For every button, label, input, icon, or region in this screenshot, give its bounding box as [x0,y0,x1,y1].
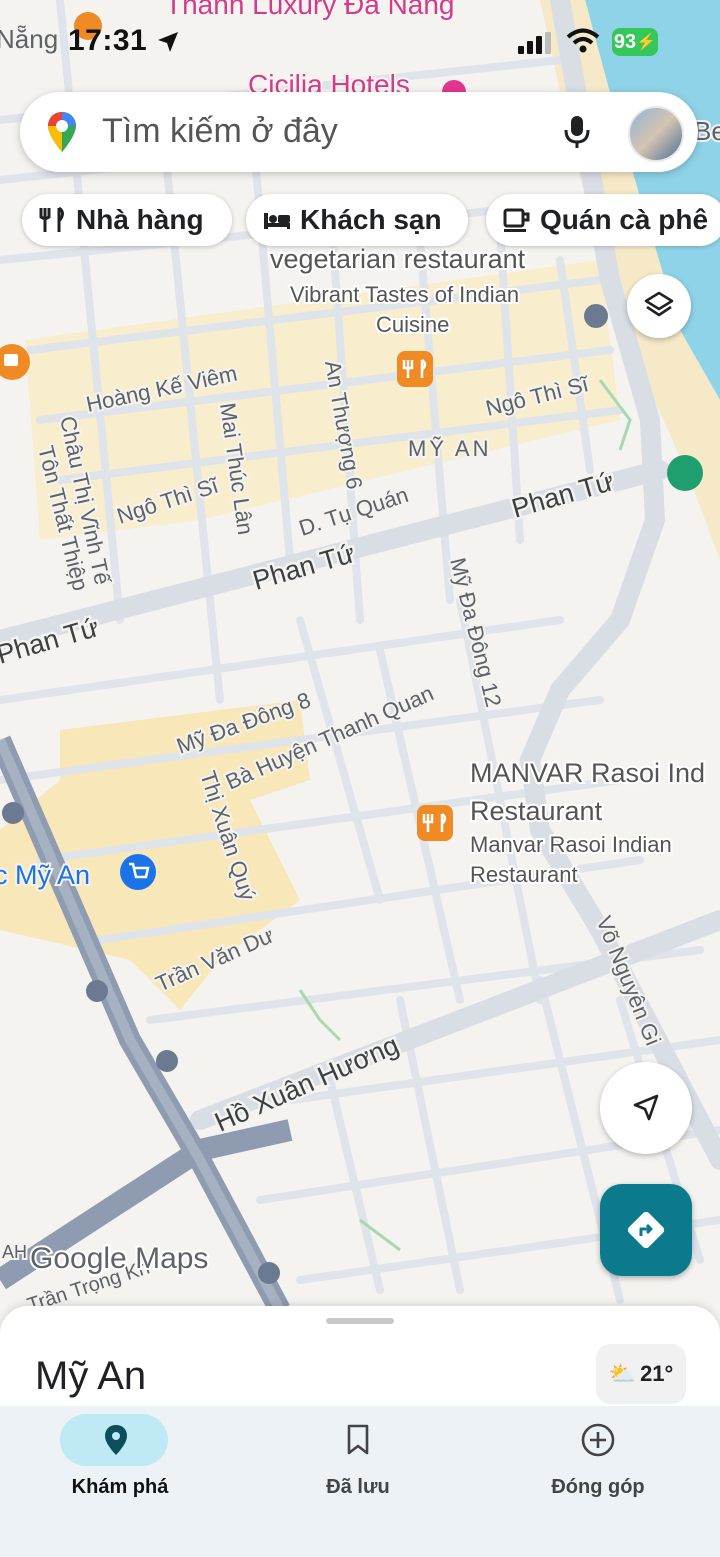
directions-icon [627,1211,665,1249]
poi-label-ah: AH [2,1242,27,1262]
hotel-icon [264,213,290,229]
nav-label: Đã lưu [326,1476,390,1498]
search-input[interactable]: Tìm kiếm ở đây [102,112,338,151]
directions-button[interactable] [600,1184,692,1276]
restaurant-pin-icon[interactable] [417,805,453,841]
chip-cafes[interactable]: Quán cà phê [486,194,720,246]
add-circle-icon [581,1423,615,1457]
nav-label: Đóng góp [551,1476,645,1498]
status-time: 17:31 [68,24,148,57]
location-pin-icon [105,1425,127,1455]
poi-label-vegetarian[interactable]: vegetarian restaurant [268,242,528,276]
partly-cloudy-icon: ⛅ [608,1361,637,1386]
charging-icon: ⚡ [636,34,657,51]
poi-label-manvar-3[interactable]: Manvar Rasoi Indian [468,830,674,859]
restaurant-icon [39,206,64,232]
area-label-my-an: MỸ AN [408,436,491,461]
coffee-icon [503,208,530,232]
wifi-icon [566,28,600,53]
restaurant-pin-icon[interactable] [397,351,433,387]
google-maps-pin-icon [48,112,76,152]
place-title: Mỹ An [35,1354,147,1398]
weather-chip[interactable]: ⛅ 21° [596,1344,686,1404]
poi-label-cho-my-an[interactable]: c Mỹ An [0,858,92,892]
poi-label-vibrant-2[interactable]: Cuisine [374,310,451,339]
status-bar: 17:31 93 ⚡ [0,0,720,86]
temperature: 21° [640,1361,674,1386]
google-maps-logo: Google Maps [30,1242,208,1275]
bookmark-icon [347,1424,369,1455]
nav-contribute[interactable]: Đóng góp [508,1406,688,1526]
navigation-arrow-icon [633,1094,659,1121]
shopping-pin-icon[interactable] [120,854,156,890]
poi-label-manvar-1[interactable]: MANVAR Rasoi Ind [468,756,707,790]
layers-button[interactable] [627,274,691,338]
poi-label-vibrant-1[interactable]: Vibrant Tastes of Indian [288,280,521,309]
bottom-navigation: Khám phá Đã lưu Đóng góp [0,1406,720,1557]
location-arrow-icon [158,32,178,52]
sheet-drag-handle[interactable] [326,1318,394,1324]
chip-restaurants[interactable]: Nhà hàng [22,194,232,246]
search-bar[interactable]: Tìm kiếm ở đây [20,92,698,172]
chip-hotels[interactable]: Khách sạn [246,194,468,246]
poi-label-manvar-4[interactable]: Restaurant [468,860,580,889]
bus-stop-icon [584,304,608,328]
battery-level: 93 [613,30,637,53]
battery-indicator: 93 ⚡ [612,28,658,56]
nav-label: Khám phá [71,1476,169,1498]
chip-label: Khách sạn [300,204,442,235]
park-pin-icon[interactable] [667,455,703,491]
microphone-icon[interactable] [564,114,590,150]
user-avatar[interactable] [628,106,684,162]
poi-label-manvar-2[interactable]: Restaurant [468,794,605,828]
chip-label: Nhà hàng [76,204,204,235]
my-location-button[interactable] [600,1062,692,1154]
nav-explore[interactable]: Khám phá [30,1406,210,1526]
signal-icon [518,32,551,54]
layers-icon [644,291,674,317]
nav-saved[interactable]: Đã lưu [268,1406,448,1526]
bottom-sheet[interactable]: Mỹ An ⛅ 21° [0,1306,720,1416]
chip-label: Quán cà phê [540,204,709,235]
